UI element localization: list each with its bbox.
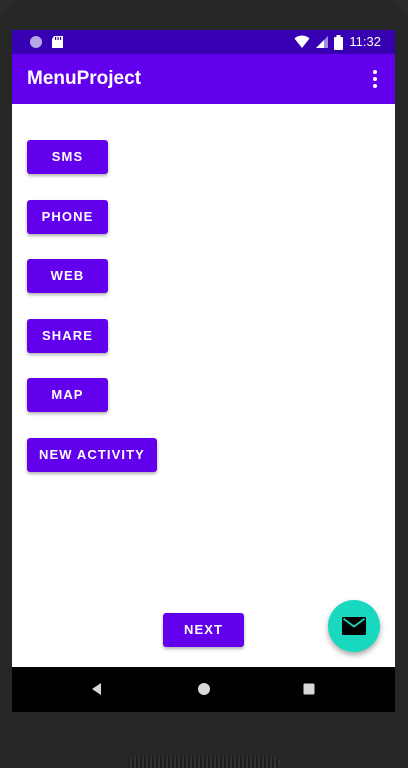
sms-button[interactable]: SMS bbox=[27, 140, 108, 174]
recents-button[interactable] bbox=[297, 677, 321, 701]
app-bar: MenuProject bbox=[12, 54, 395, 104]
device-frame: 11:32 MenuProject SMS PHONE WEB SHARE MA… bbox=[0, 0, 408, 768]
back-icon bbox=[92, 683, 101, 695]
overflow-menu-button[interactable] bbox=[367, 69, 383, 89]
status-right: 11:32 bbox=[294, 34, 381, 50]
battery-icon bbox=[334, 34, 344, 50]
app-title: MenuProject bbox=[27, 68, 142, 89]
signal-icon bbox=[316, 36, 329, 48]
device-speaker bbox=[128, 757, 280, 768]
email-fab[interactable] bbox=[328, 600, 380, 652]
email-icon bbox=[342, 617, 366, 635]
more-vert-icon bbox=[373, 70, 377, 88]
web-button[interactable]: WEB bbox=[27, 259, 108, 293]
map-button[interactable]: MAP bbox=[27, 378, 108, 412]
status-left bbox=[28, 34, 68, 50]
phone-button[interactable]: PHONE bbox=[27, 200, 108, 234]
sd-card-icon bbox=[52, 36, 63, 48]
home-icon bbox=[198, 683, 210, 695]
status-notification-icons bbox=[30, 36, 63, 48]
wifi-icon bbox=[294, 35, 310, 48]
circle-notification-icon bbox=[30, 36, 42, 48]
status-bar: 11:32 bbox=[12, 30, 395, 54]
navigation-bar bbox=[12, 667, 395, 712]
recents-icon bbox=[303, 683, 315, 695]
back-button[interactable] bbox=[85, 677, 109, 701]
status-time: 11:32 bbox=[349, 34, 381, 49]
app-screen: 11:32 MenuProject SMS PHONE WEB SHARE MA… bbox=[12, 30, 395, 712]
share-button[interactable]: SHARE bbox=[27, 319, 108, 353]
new-activity-button[interactable]: NEW ACTIVITY bbox=[27, 438, 157, 472]
next-button[interactable]: NEXT bbox=[163, 613, 244, 647]
home-button[interactable] bbox=[192, 677, 216, 701]
